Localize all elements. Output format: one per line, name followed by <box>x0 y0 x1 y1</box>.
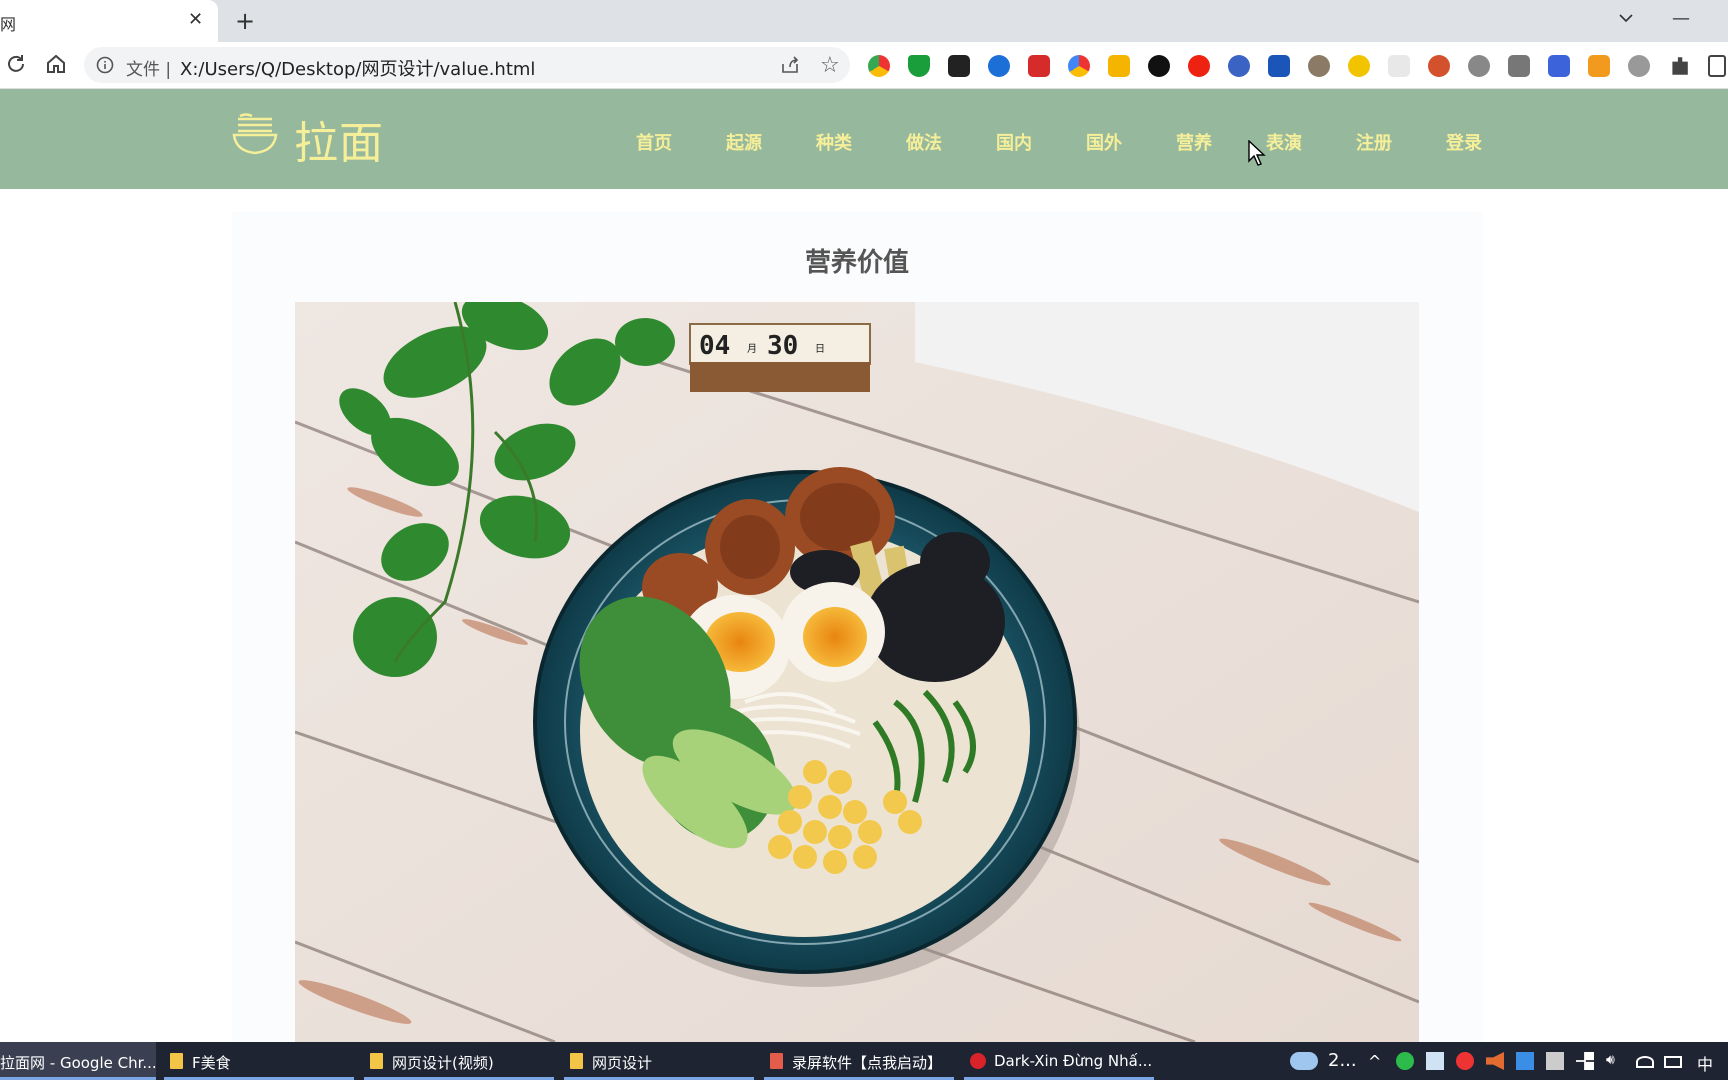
ramen-photo: 04 月 30 日 <box>295 302 1419 1042</box>
record-icon[interactable] <box>1456 1052 1474 1070</box>
taskbar: 拉面网 - Google Chr... F美食 网页设计(视频) 网页设计 录屏… <box>0 1042 1728 1080</box>
nav-register[interactable]: 注册 <box>1356 129 1392 155</box>
wechat-icon[interactable] <box>1396 1052 1414 1070</box>
extension-adblock-icon[interactable] <box>1188 55 1210 77</box>
extension-yellow-icon[interactable] <box>1348 55 1370 77</box>
taskbar-item-label: F美食 <box>192 1054 231 1072</box>
scheme-label: 文件 | <box>126 60 172 80</box>
mouse-cursor-icon <box>1248 140 1266 166</box>
app-blue-icon[interactable] <box>1516 1052 1534 1070</box>
site-header: 拉面 首页 起源 种类 做法 国内 国外 营养 表演 注册 登录 <box>0 89 1728 189</box>
folder-icon <box>170 1053 183 1069</box>
browser-tab[interactable]: 网 ✕ <box>0 0 218 42</box>
extension-gear-icon[interactable] <box>1628 55 1650 77</box>
speaker-app-icon[interactable] <box>1486 1052 1504 1070</box>
music-app-icon <box>970 1053 986 1069</box>
nav-method[interactable]: 做法 <box>906 129 942 155</box>
taskbar-item-label: 录屏软件【点我启动】 <box>792 1054 943 1072</box>
section-title: 营养价值 <box>804 248 909 278</box>
info-icon[interactable] <box>96 56 114 74</box>
side-panel-icon[interactable] <box>1708 55 1726 77</box>
nav-domestic[interactable]: 国内 <box>996 129 1032 155</box>
nav-home[interactable]: 首页 <box>636 129 672 155</box>
battery-icon[interactable] <box>1664 1056 1682 1068</box>
calendar-day: 30 <box>767 331 798 361</box>
address-bar[interactable]: 文件 | X:/Users/Q/Desktop/网页设计/value.html … <box>84 47 850 83</box>
extension-orange-icon[interactable] <box>1588 55 1610 77</box>
recorder-app-icon <box>770 1053 783 1069</box>
nav-login[interactable]: 登录 <box>1446 129 1482 155</box>
taskbar-item-chrome[interactable]: 拉面网 - Google Chr... <box>0 1042 157 1080</box>
chevron-up-icon[interactable]: ^ <box>1368 1052 1386 1071</box>
extension-fe-icon[interactable] <box>1028 55 1050 77</box>
volume-icon[interactable]: 🔊︎ <box>1606 1052 1624 1070</box>
calendar-month-char: 月 <box>747 343 757 355</box>
extensions-puzzle-icon[interactable] <box>1672 57 1688 75</box>
taskbar-item-food-folder[interactable]: F美食 <box>164 1042 354 1080</box>
calendar-day-char: 日 <box>815 344 825 355</box>
minimize-icon[interactable]: — <box>1672 8 1690 29</box>
taskbar-item-webdesign-video-folder[interactable]: 网页设计(视频) <box>364 1042 554 1080</box>
extension-owl-icon[interactable] <box>1308 55 1330 77</box>
taskbar-item-webdesign-folder[interactable]: 网页设计 <box>564 1042 754 1080</box>
ime-indicator[interactable]: 中 <box>1697 1051 1713 1075</box>
extension-shield-icon[interactable] <box>908 55 930 77</box>
windows-icon[interactable] <box>1576 1052 1594 1070</box>
site-logo-text[interactable]: 拉面 <box>294 107 384 171</box>
folder-icon <box>370 1053 383 1069</box>
tab-search-icon[interactable] <box>1616 8 1636 28</box>
new-tab-button[interactable]: + <box>235 7 255 35</box>
home-icon[interactable] <box>44 52 68 76</box>
extension-g-icon[interactable] <box>1228 55 1250 77</box>
chat-icon[interactable] <box>1546 1052 1564 1070</box>
extension-openai-icon[interactable] <box>1148 55 1170 77</box>
url-text[interactable]: X:/Users/Q/Desktop/网页设计/value.html <box>180 55 535 81</box>
taskbar-item-music[interactable]: Dark-Xin Đừng Nhấ... <box>964 1042 1154 1080</box>
noodle-bowl-icon[interactable] <box>232 111 278 157</box>
weather-cloud-icon[interactable] <box>1290 1052 1318 1070</box>
screenshot-icon[interactable] <box>1426 1052 1444 1070</box>
extension-bike-icon[interactable] <box>1468 55 1490 77</box>
folder-icon <box>570 1053 583 1069</box>
extension-chrome-icon[interactable] <box>868 55 890 77</box>
taskbar-item-label: Dark-Xin Đừng Nhấ... <box>994 1052 1153 1070</box>
share-icon[interactable] <box>780 55 800 75</box>
wifi-icon[interactable] <box>1636 1056 1654 1068</box>
close-tab-icon[interactable]: ✕ <box>188 9 203 30</box>
weather-text[interactable]: 2... <box>1328 1050 1357 1071</box>
extension-camera-icon[interactable] <box>1508 55 1530 77</box>
extension-blank-icon[interactable] <box>1388 55 1410 77</box>
calendar-month: 04 <box>699 331 730 361</box>
taskbar-item-label: 网页设计 <box>592 1054 653 1072</box>
extension-tree-icon[interactable] <box>1428 55 1450 77</box>
tab-strip: 网 ✕ + — <box>0 0 1728 42</box>
browser-toolbar: 文件 | X:/Users/Q/Desktop/网页设计/value.html … <box>0 42 1728 89</box>
taskbar-item-label: 拉面网 - Google Chr... <box>0 1054 157 1072</box>
tab-title: 网 <box>0 15 17 34</box>
nav-performance[interactable]: 表演 <box>1266 129 1302 155</box>
extension-search-icon[interactable] <box>988 55 1010 77</box>
nav-nutrition[interactable]: 营养 <box>1176 129 1212 155</box>
reload-icon[interactable] <box>4 52 28 76</box>
content-card: 营养价值 04 月 30 日 <box>232 212 1482 1042</box>
extension-circle-icon[interactable] <box>1068 55 1090 77</box>
nav-overseas[interactable]: 国外 <box>1086 129 1122 155</box>
extension-jh-icon[interactable] <box>1548 55 1570 77</box>
extension-dark-icon[interactable] <box>948 55 970 77</box>
bookmark-star-icon[interactable]: ☆ <box>820 53 840 78</box>
taskbar-item-label: 网页设计(视频) <box>392 1054 494 1072</box>
extension-y-icon[interactable] <box>1268 55 1290 77</box>
extension-download-icon[interactable] <box>1108 55 1130 77</box>
nav-origin[interactable]: 起源 <box>726 129 762 155</box>
nav-types[interactable]: 种类 <box>816 129 852 155</box>
taskbar-item-recorder[interactable]: 录屏软件【点我启动】 <box>764 1042 954 1080</box>
